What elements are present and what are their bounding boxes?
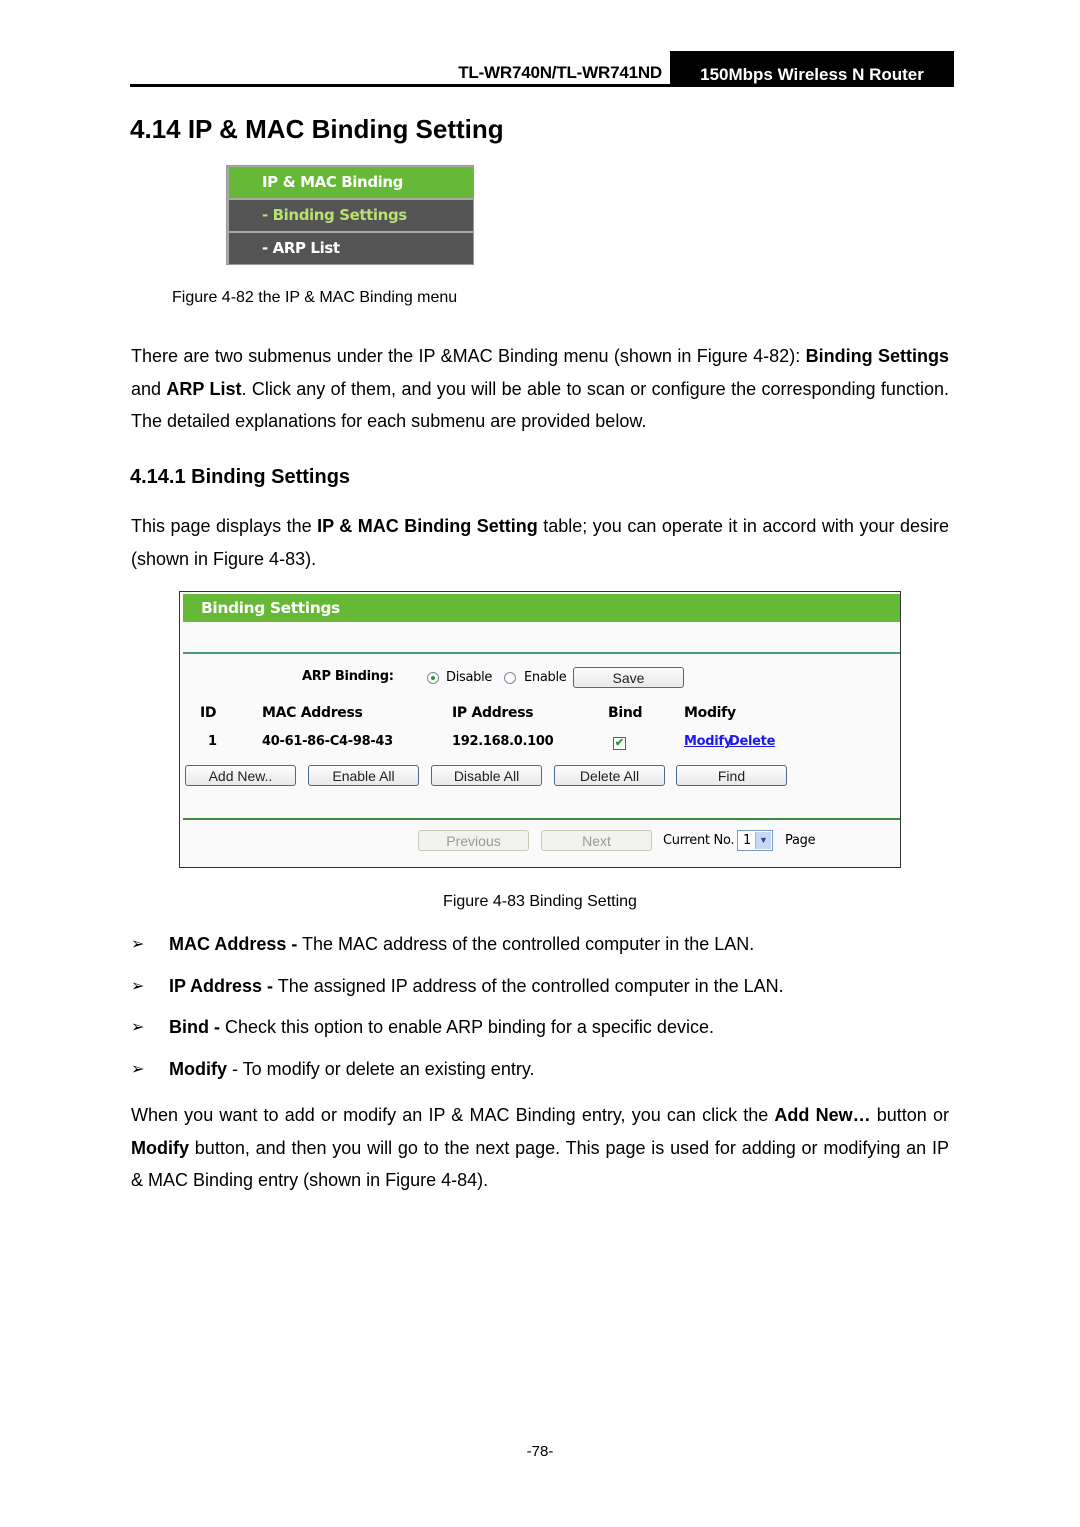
- bullet-term: IP Address -: [169, 976, 274, 996]
- text-run: button, and then you will go to the next…: [131, 1137, 949, 1191]
- radio-disable-label: Disable: [446, 670, 493, 685]
- add-new-button[interactable]: Add New..: [185, 765, 296, 786]
- radio-enable[interactable]: [504, 672, 516, 684]
- section-title: 4.14 IP & MAC Binding Setting: [130, 114, 504, 144]
- text-run: button or: [870, 1105, 949, 1125]
- bold-run: ARP List: [166, 378, 242, 399]
- delete-all-button[interactable]: Delete All: [554, 765, 665, 786]
- cell-mac: 40-61-86-C4-98-43: [262, 734, 393, 749]
- menu-item-binding-settings[interactable]: - Binding Settings: [229, 200, 473, 231]
- next-button[interactable]: Next: [541, 830, 652, 851]
- figure-caption-4-83: Figure 4-83 Binding Setting: [443, 893, 637, 910]
- binding-settings-paragraph: This page displays the IP & MAC Binding …: [131, 510, 949, 575]
- chevron-down-icon: ▼: [755, 832, 771, 849]
- divider: [183, 818, 900, 820]
- enable-all-button[interactable]: Enable All: [308, 765, 419, 786]
- current-no-label: Current No.: [663, 833, 735, 848]
- disable-all-button[interactable]: Disable All: [431, 765, 542, 786]
- bold-run: Modify: [131, 1137, 189, 1158]
- cell-id: 1: [208, 734, 217, 749]
- intro-paragraph: There are two submenus under the IP &MAC…: [131, 340, 949, 438]
- col-header-modify: Modify: [684, 705, 736, 721]
- cell-ip: 192.168.0.100: [452, 734, 554, 749]
- menu-item-arp-list[interactable]: - ARP List: [229, 233, 473, 264]
- page-label: Page: [785, 833, 816, 848]
- bullet-desc: The MAC address of the controlled comput…: [297, 934, 755, 954]
- bullet-desc: - To modify or delete an existing entry.: [227, 1059, 535, 1079]
- page-number: -78-: [526, 1443, 554, 1460]
- arrow-bullet-icon: ➢: [131, 936, 145, 953]
- col-header-ip: IP Address: [452, 705, 534, 721]
- bullet-term: Modify: [169, 1059, 227, 1079]
- header-model: TL-WR740N/TL-WR741ND: [458, 63, 662, 82]
- save-button[interactable]: Save: [573, 667, 684, 688]
- menu-item-ip-mac-binding[interactable]: IP & MAC Binding: [229, 167, 473, 198]
- modify-link[interactable]: Modify: [684, 734, 732, 749]
- previous-button[interactable]: Previous: [418, 830, 529, 851]
- header-product: 150Mbps Wireless N Router: [670, 51, 954, 87]
- bold-run: Add New…: [774, 1105, 871, 1125]
- binding-settings-panel: Binding Settings ARP Binding: Disable En…: [179, 591, 901, 868]
- bold-run: Binding Settings: [805, 346, 949, 366]
- divider: [183, 652, 900, 654]
- bullet-desc: Check this option to enable ARP binding …: [220, 1017, 714, 1037]
- arrow-bullet-icon: ➢: [131, 978, 145, 995]
- page-select[interactable]: 1 ▼: [737, 830, 773, 851]
- text-run: . Click any of them, and you will be abl…: [131, 378, 949, 432]
- col-header-id: ID: [200, 705, 217, 721]
- delete-link[interactable]: Delete: [729, 734, 775, 749]
- bold-run: IP & MAC Binding Setting: [317, 516, 538, 536]
- arrow-bullet-icon: ➢: [131, 1061, 145, 1078]
- arrow-bullet-icon: ➢: [131, 1019, 145, 1036]
- bullet-term: MAC Address -: [169, 934, 298, 954]
- col-header-mac: MAC Address: [262, 705, 363, 721]
- col-header-bind: Bind: [608, 705, 643, 721]
- arp-binding-label: ARP Binding:: [302, 669, 394, 684]
- text-run: When you want to add or modify an IP & M…: [131, 1105, 775, 1125]
- ip-mac-binding-menu: IP & MAC Binding - Binding Settings - AR…: [226, 165, 474, 265]
- header-rule: [130, 84, 954, 87]
- add-new-paragraph: When you want to add or modify an IP & M…: [131, 1099, 949, 1197]
- bind-checkbox[interactable]: ✔: [613, 737, 626, 750]
- panel-title: Binding Settings: [183, 594, 900, 622]
- text-run: and: [131, 378, 167, 399]
- text-run: This page displays the: [131, 516, 318, 536]
- find-button[interactable]: Find: [676, 765, 787, 786]
- subsection-title: 4.14.1 Binding Settings: [130, 466, 351, 488]
- bullet-desc: The assigned IP address of the controlle…: [273, 976, 784, 996]
- text-run: There are two submenus under the IP &MAC…: [131, 346, 806, 366]
- page-select-value: 1: [743, 833, 752, 848]
- radio-disable[interactable]: [427, 672, 439, 684]
- header-product-label: 150Mbps Wireless N Router: [700, 65, 924, 84]
- bullet-term: Bind -: [169, 1017, 220, 1037]
- figure-caption-4-82: Figure 4-82 the IP & MAC Binding menu: [172, 289, 458, 306]
- radio-enable-label: Enable: [524, 670, 567, 685]
